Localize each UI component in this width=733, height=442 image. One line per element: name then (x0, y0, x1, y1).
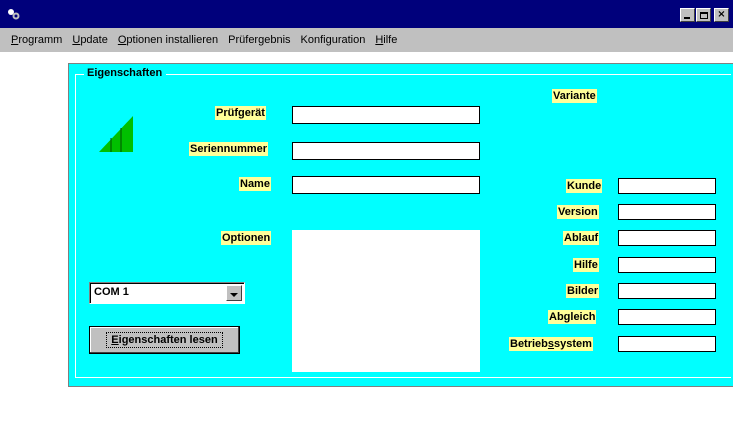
read-properties-label: Eigenschaften lesen (106, 332, 223, 348)
menu-optionen-label: ptionen installieren (126, 34, 219, 46)
label-optionen: Optionen (221, 231, 272, 245)
label-betriebssystem-post: system (554, 338, 592, 350)
title-bar: × (0, 0, 733, 28)
menu-update[interactable]: Update (67, 34, 112, 46)
label-bilder: Bilder (566, 284, 600, 298)
menu-update-label: pdate (80, 34, 108, 46)
label-ablauf: Ablauf (563, 231, 600, 245)
label-kunde: Kunde (566, 179, 603, 193)
seriennummer-field[interactable] (292, 142, 480, 160)
label-version: Version (557, 205, 599, 219)
label-hilfe: Hilfe (573, 258, 599, 272)
menu-bar: Programm Update Optionen installieren Pr… (0, 28, 733, 52)
com-port-dropdown-button[interactable] (226, 285, 242, 301)
menu-programm-label: rogramm (18, 34, 63, 46)
betriebssystem-field[interactable] (618, 336, 716, 352)
read-properties-mnemonic: E (111, 334, 119, 346)
com-port-select[interactable]: COM 1 (89, 282, 245, 304)
label-pruefgeraet: Prüfgerät (215, 106, 266, 120)
label-name: Name (239, 177, 271, 191)
name-field[interactable] (292, 176, 480, 194)
chevron-down-icon (230, 293, 238, 297)
menu-konfiguration-label: Konfiguration (300, 34, 366, 46)
read-properties-button[interactable]: Eigenschaften lesen (89, 326, 240, 354)
signal-strength-icon (99, 116, 133, 152)
menu-hilfe[interactable]: Hilfe (370, 34, 402, 46)
abgleich-field[interactable] (618, 309, 716, 325)
menu-programm[interactable]: Programm (6, 34, 67, 46)
menu-pruefergebnis[interactable]: Prüfergebnis (223, 34, 295, 46)
label-betriebssystem: Betriebssystem (509, 337, 593, 351)
label-abgleich: Abgleich (548, 310, 597, 324)
window-controls: × (680, 8, 729, 22)
hilfe-field[interactable] (618, 257, 716, 273)
minimize-button[interactable] (680, 8, 695, 22)
label-seriennummer: Seriennummer (189, 142, 269, 156)
com-port-value: COM 1 (94, 286, 129, 298)
kunde-field[interactable] (618, 178, 716, 194)
label-variante: Variante (552, 89, 597, 103)
menu-pruefergebnis-label: Prüfergebnis (228, 34, 291, 46)
properties-panel: Eigenschaften Prüfgerät Seriennummer Nam… (68, 63, 733, 387)
label-betriebssystem-pre: Betrieb (510, 338, 548, 350)
maximize-icon (699, 11, 708, 19)
app-icon[interactable] (7, 7, 21, 21)
version-field[interactable] (618, 204, 716, 220)
menu-hilfe-label: ilfe (383, 34, 398, 46)
menu-konfiguration[interactable]: Konfiguration (296, 34, 371, 46)
read-properties-text: igenschaften lesen (118, 334, 218, 346)
minimize-icon (684, 17, 690, 19)
menu-optionen-installieren[interactable]: Optionen installieren (113, 34, 223, 46)
pruefgeraet-field[interactable] (292, 106, 480, 124)
close-icon: × (717, 9, 726, 20)
optionen-list[interactable] (292, 230, 480, 372)
ablauf-field[interactable] (618, 230, 716, 246)
bilder-field[interactable] (618, 283, 716, 299)
group-title: Eigenschaften (84, 67, 167, 79)
maximize-button[interactable] (696, 8, 711, 22)
close-button[interactable]: × (714, 8, 729, 22)
